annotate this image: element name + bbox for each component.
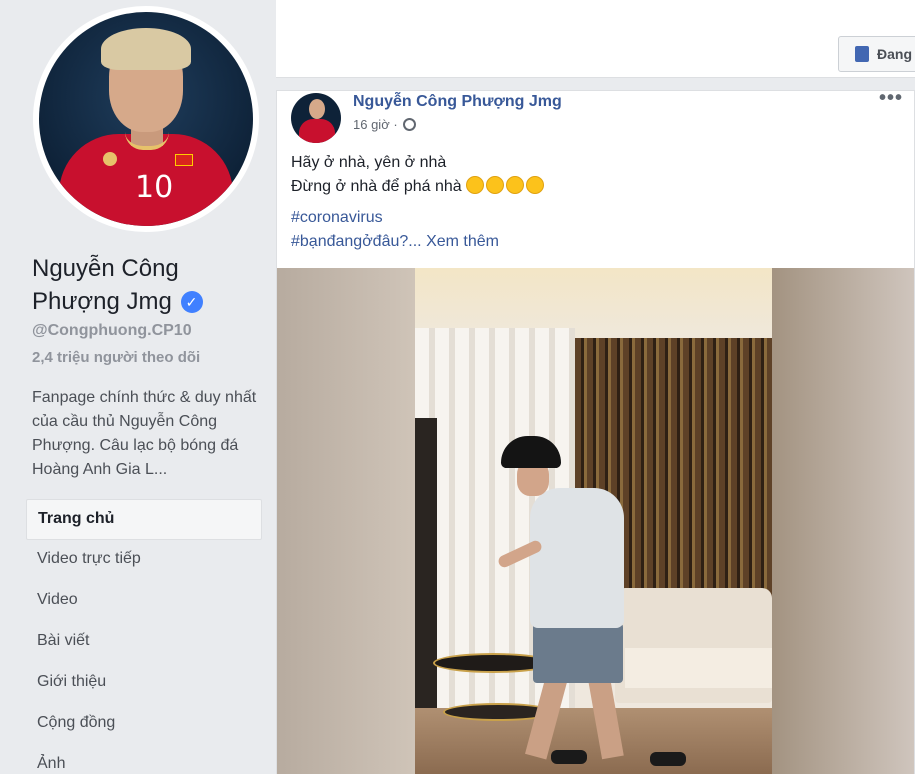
following-button[interactable]: Đang — [838, 36, 915, 72]
nav-item-home[interactable]: Trang chủ — [26, 499, 262, 540]
post-text: Hãy ở nhà, yên ở nhà Đừng ở nhà để phá n… — [291, 151, 546, 199]
see-more-link[interactable]: Xem thêm — [426, 233, 499, 250]
following-button-label: Đang — [877, 46, 912, 62]
profile-picture[interactable]: 10 — [33, 6, 259, 232]
post-timestamp[interactable]: 16 giờ · — [353, 117, 398, 132]
laughing-emoji-icon — [506, 176, 525, 194]
post-meta: 16 giờ · — [353, 117, 417, 132]
nav-item-videos[interactable]: Video — [26, 581, 262, 622]
nav-item-about[interactable]: Giới thiệu — [26, 663, 262, 704]
avatar: 10 — [39, 12, 253, 226]
video-blur-right — [772, 268, 914, 774]
globe-icon — [403, 118, 417, 131]
nav-item-community[interactable]: Cộng đồng — [26, 704, 262, 745]
post-author-avatar[interactable] — [291, 93, 341, 143]
page-title[interactable]: Nguyễn Công Phượng Jmg ✓ — [32, 252, 262, 318]
page-nav: Trang chủ Video trực tiếp Video Bài viết… — [26, 499, 262, 774]
video-blur-left — [277, 268, 415, 774]
followers-count: 2,4 triệu người theo dõi — [32, 349, 201, 366]
page-handle[interactable]: @Congphuong.CP10 — [32, 322, 192, 340]
page-name-text: Nguyễn Công Phượng Jmg — [32, 255, 179, 315]
hashtag-row: #bạnđangởđâu?... Xem thêm — [291, 230, 499, 254]
following-icon — [855, 46, 869, 62]
post-line-2: Đừng ở nhà để phá nhà — [291, 178, 462, 195]
more-options-icon[interactable]: ••• — [879, 87, 903, 110]
post-line-1: Hãy ở nhà, yên ở nhà — [291, 154, 447, 171]
post-card: Nguyễn Công Phượng Jmg 16 giờ · ••• Hãy … — [276, 87, 915, 774]
page-sidebar: 10 Nguyễn Công Phượng Jmg ✓ @Congphuong.… — [0, 0, 276, 774]
video-frame — [415, 268, 772, 774]
post-author-name[interactable]: Nguyễn Công Phượng Jmg — [353, 93, 562, 111]
post-video[interactable] — [277, 268, 914, 774]
post-hashtags: #coronavirus #bạnđangởđâu?... Xem thêm — [291, 206, 499, 254]
post-line-2-row: Đừng ở nhà để phá nhà — [291, 175, 546, 199]
laughing-emoji-icon — [486, 176, 505, 194]
laughing-emoji-icon — [466, 176, 485, 194]
hashtag-link[interactable]: #coronavirus — [291, 206, 499, 230]
page-about: Fanpage chính thức & duy nhất của cầu th… — [32, 389, 257, 478]
laughing-emoji-icon — [526, 176, 545, 194]
cover-area: Đang — [276, 0, 915, 78]
nav-item-photos[interactable]: Ảnh — [26, 745, 262, 774]
nav-item-posts[interactable]: Bài viết — [26, 622, 262, 663]
nav-item-live-video[interactable]: Video trực tiếp — [26, 540, 262, 581]
hashtag-link[interactable]: #bạnđangởđâu?... — [291, 233, 422, 250]
verified-badge-icon: ✓ — [180, 291, 203, 313]
